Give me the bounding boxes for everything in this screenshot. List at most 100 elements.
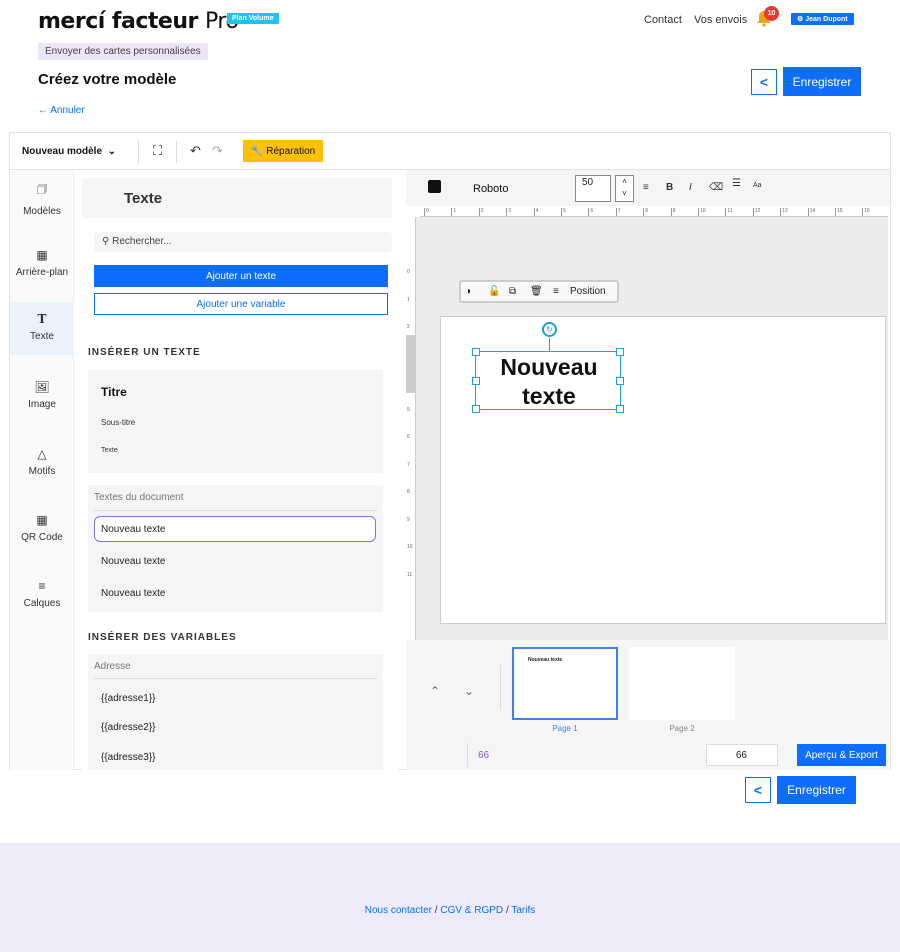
tarifs-link[interactable]: Tarifs xyxy=(511,905,535,916)
resize-handle[interactable] xyxy=(472,348,480,356)
fill-icon[interactable]: ◑ xyxy=(465,286,471,297)
position-button[interactable]: Position xyxy=(570,286,606,297)
resize-handle[interactable] xyxy=(616,377,624,385)
eraser-icon[interactable]: ⌫ xyxy=(709,182,723,193)
document-text-item[interactable]: Nouveau texte xyxy=(101,588,166,599)
ruler-tick: 0 xyxy=(407,269,410,275)
trash-icon[interactable]: 🗑 xyxy=(530,286,543,297)
repair-button[interactable]: 🔧 Réparation xyxy=(243,140,323,162)
sidebar-item-modeles[interactable]: 🗇 Modèles xyxy=(10,180,74,230)
sidebar-item-image[interactable]: 🖼 Image xyxy=(10,380,74,430)
redo-icon[interactable]: ↷ xyxy=(212,143,223,159)
fullscreen-icon[interactable]: ⛶ xyxy=(153,143,162,159)
ruler-tick: 0 xyxy=(424,208,429,216)
zoom-display: 66 xyxy=(478,750,490,761)
design-page[interactable]: ↻ Nouveau texte xyxy=(440,316,886,624)
ruler-tick: 6 xyxy=(588,208,594,216)
cgv-link[interactable]: CGV & RGPD xyxy=(440,905,503,916)
ruler-tick: 11 xyxy=(725,208,733,216)
rotate-handle[interactable]: ↻ xyxy=(542,322,557,337)
back-button-bottom[interactable]: < xyxy=(745,777,771,803)
work-area: ◑ 🔓 ⧉ 🗑 ≡ Position ↻ Nouveau texte xyxy=(416,217,888,640)
sidebar-item-calques[interactable]: ≡ Calques xyxy=(10,579,74,629)
ruler-tick: 1 xyxy=(451,208,457,216)
insert-text-title: INSÉRER UN TEXTE xyxy=(88,347,201,358)
resize-handle[interactable] xyxy=(472,377,480,385)
color-picker[interactable] xyxy=(428,180,441,193)
ruler-tick: 5 xyxy=(407,406,410,413)
ruler-tick: 2 xyxy=(478,208,484,216)
case-icon[interactable]: Aa xyxy=(753,182,762,189)
document-text-item[interactable]: Nouveau texte xyxy=(94,516,376,542)
text-icon: T xyxy=(37,312,47,326)
variable-item[interactable]: {{adresse1}} xyxy=(101,693,156,704)
ruler-tick: 3 xyxy=(506,208,511,216)
preset-title[interactable]: Titre xyxy=(101,385,127,399)
ruler-scroll-thumb[interactable] xyxy=(406,335,416,393)
save-button-bottom[interactable]: Enregistrer xyxy=(777,776,856,804)
layers-icon[interactable]: ≡ xyxy=(553,286,559,297)
add-variable-button[interactable]: Ajouter une variable xyxy=(94,293,388,315)
bottom-bar: 66 66 Aperçu & Export xyxy=(406,740,890,770)
resize-handle[interactable] xyxy=(616,348,624,356)
page-title: Créez votre modèle xyxy=(38,71,177,88)
variable-item[interactable]: {{adresse2}} xyxy=(101,722,156,733)
chevron-down-icon: ⌄ xyxy=(107,146,116,157)
document-text-item[interactable]: Nouveau texte xyxy=(101,556,166,567)
my-sends-link[interactable]: Vos envois xyxy=(694,14,747,26)
footer: Nous contacter / CGV & RGPD / Tarifs xyxy=(0,843,900,952)
variables-list: Adresse {{adresse1}} {{adresse2}} {{adre… xyxy=(88,654,383,770)
ruler-left: 01234567891011 xyxy=(406,217,416,640)
variable-item[interactable]: {{adresse3}} xyxy=(101,752,156,763)
ruler-tick: 16 xyxy=(862,208,870,216)
model-select[interactable]: Nouveau modèle ⌄ xyxy=(22,146,116,157)
align-icon[interactable]: ≡ xyxy=(643,182,649,193)
add-text-button[interactable]: Ajouter un texte xyxy=(94,265,388,287)
sidebar-item-texte[interactable]: T Texte xyxy=(10,302,74,355)
notification-count: 10 xyxy=(764,6,779,21)
contact-us-link[interactable]: Nous contacter xyxy=(365,905,432,916)
duplicate-icon[interactable]: ⧉ xyxy=(509,286,516,297)
sidebar-item-motifs[interactable]: △ Motifs xyxy=(10,447,74,497)
sidebar-item-qrcode[interactable]: ▦ QR Code xyxy=(10,513,74,563)
undo-icon[interactable]: ↶ xyxy=(190,143,201,159)
preset-subtitle[interactable]: Sous-titre xyxy=(101,418,135,427)
pattern-icon: ▦ xyxy=(36,248,48,262)
save-button[interactable]: Enregistrer xyxy=(783,67,861,96)
font-size-stepper[interactable]: ˄ ˅ xyxy=(615,175,634,202)
contact-link[interactable]: Contact xyxy=(644,14,682,26)
page-thumbnails: ⌃ ⌄ Nouveau texte Page 1 Page 2 xyxy=(406,640,890,740)
font-size-input[interactable]: 50 xyxy=(575,175,611,202)
breadcrumb: Envoyer des cartes personnalisées xyxy=(38,43,208,60)
preset-text[interactable]: Texte xyxy=(101,447,118,454)
back-button[interactable]: < xyxy=(751,69,777,95)
ruler-top: 0 1 2 3 4 5 6 7 8 9 10 11 12 13 14 15 16 xyxy=(420,207,888,217)
cancel-link[interactable]: ← Annuler xyxy=(38,105,85,116)
ruler-tick: 5 xyxy=(561,208,566,216)
preview-export-button[interactable]: Aperçu & Export xyxy=(797,744,886,766)
ruler-tick: 8 xyxy=(643,208,648,216)
zoom-input[interactable]: 66 xyxy=(706,744,778,766)
font-select[interactable]: Roboto xyxy=(473,183,508,195)
logo[interactable]: mercí facteur Pro xyxy=(38,9,239,34)
page-thumbnail[interactable] xyxy=(629,647,735,720)
search-input[interactable]: ⚲ Rechercher... xyxy=(94,232,392,252)
sidebar-item-arriere-plan[interactable]: ▦ Arrière-plan xyxy=(10,248,74,298)
page-thumbnail[interactable]: Nouveau texte xyxy=(512,647,618,720)
resize-handle[interactable] xyxy=(472,405,480,413)
unlock-icon[interactable]: 🔓 xyxy=(488,286,500,297)
ruler-tick: 9 xyxy=(407,516,410,523)
ruler-tick: 2 xyxy=(407,324,410,330)
resize-handle[interactable] xyxy=(616,405,624,413)
bold-icon[interactable]: B xyxy=(666,182,673,193)
chevron-up-icon[interactable]: ⌃ xyxy=(430,684,440,698)
folder-icon: 🗇 xyxy=(36,182,48,196)
ruler-tick: 4 xyxy=(533,208,539,216)
italic-icon[interactable]: I xyxy=(689,182,692,193)
page-label: Page 2 xyxy=(669,724,695,733)
ruler-tick: 13 xyxy=(780,208,788,216)
chevron-down-icon[interactable]: ⌄ xyxy=(464,684,474,698)
selected-text-box[interactable]: ↻ Nouveau texte xyxy=(472,322,624,413)
user-menu[interactable]: ⚙ Jean Dupont xyxy=(791,13,854,25)
line-height-icon[interactable]: ☰ xyxy=(732,178,741,189)
